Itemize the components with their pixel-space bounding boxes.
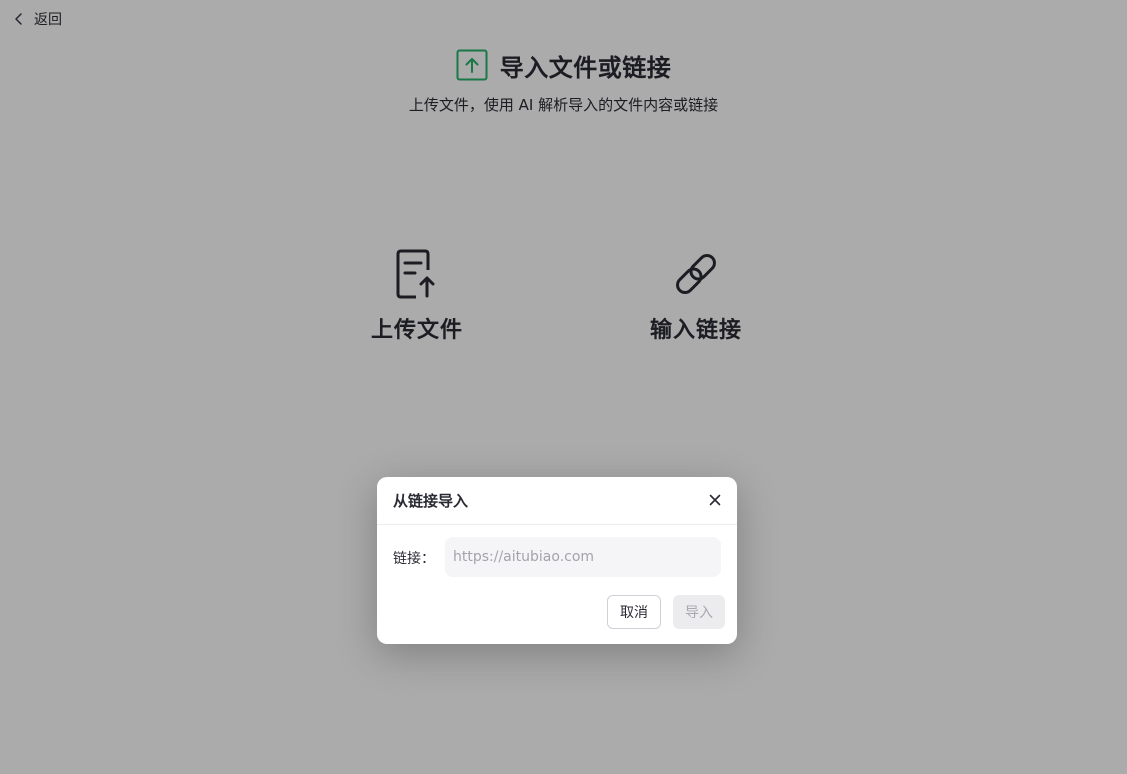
import-from-link-dialog: 从链接导入 链接： 取消 导入	[377, 477, 737, 644]
import-button[interactable]: 导入	[673, 595, 725, 629]
link-field-label: 链接：	[393, 551, 435, 567]
dialog-header: 从链接导入	[377, 477, 737, 525]
dialog-title: 从链接导入	[393, 492, 469, 510]
link-input[interactable]	[445, 537, 721, 577]
close-icon	[709, 494, 721, 506]
cancel-button[interactable]: 取消	[607, 595, 661, 629]
modal-backdrop[interactable]	[0, 0, 1127, 774]
close-button[interactable]	[707, 492, 723, 508]
